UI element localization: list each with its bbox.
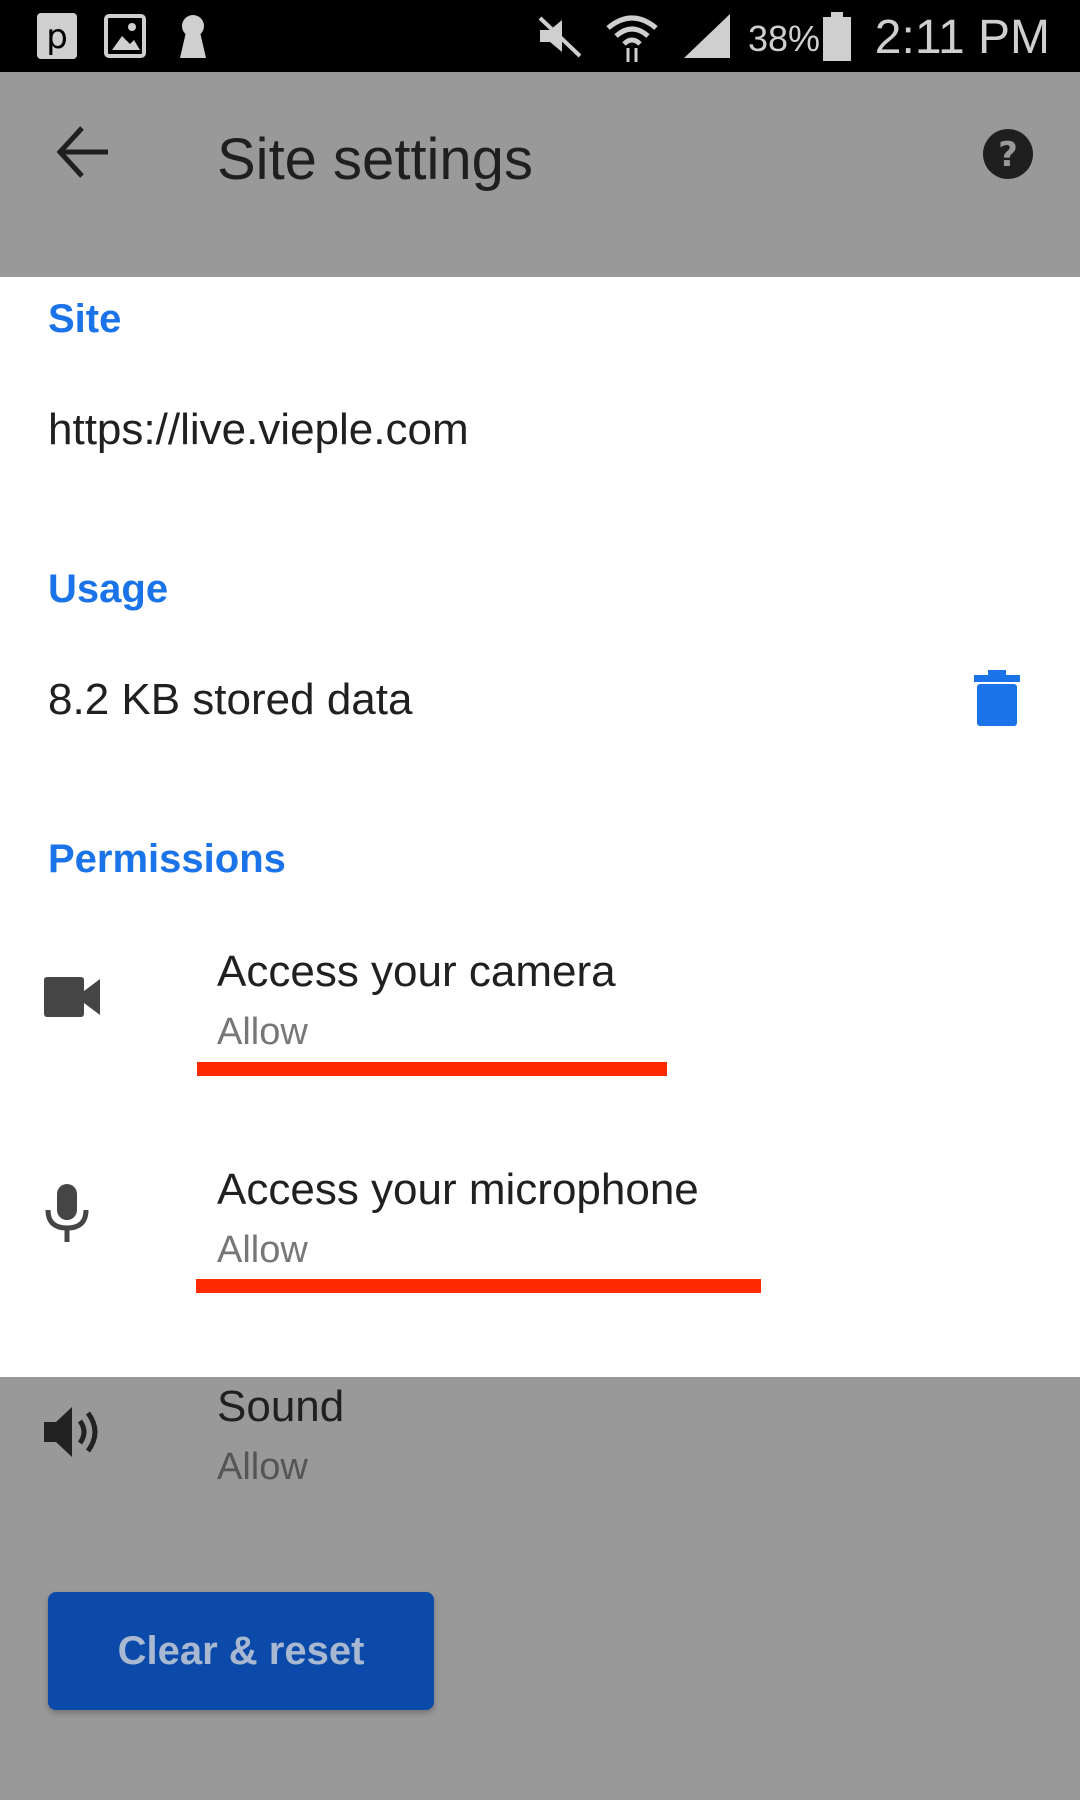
site-settings-panel: Site https://live.vieple.com Usage 8.2 K… — [0, 277, 1080, 1377]
stored-data-label: 8.2 KB stored data — [48, 675, 413, 724]
page-title: Site settings — [217, 127, 533, 192]
section-header-site: Site — [48, 297, 122, 341]
battery-icon — [823, 12, 851, 61]
clear-reset-button[interactable]: Clear & reset — [48, 1592, 434, 1710]
help-icon[interactable]: ? — [982, 128, 1034, 180]
annotation-underline-microphone — [196, 1279, 761, 1293]
permission-microphone-title: Access your microphone — [217, 1165, 699, 1214]
p-app-icon: p — [37, 13, 77, 59]
permission-camera-value: Allow — [217, 1011, 308, 1053]
permission-microphone-value: Allow — [217, 1229, 308, 1271]
image-icon — [104, 14, 146, 58]
microphone-icon — [45, 1184, 89, 1242]
annotation-underline-camera — [197, 1062, 667, 1076]
status-time: 2:11 PM — [874, 11, 1050, 64]
permission-camera-title: Access your camera — [217, 947, 616, 996]
camera-icon — [44, 977, 100, 1017]
wifi-icon — [606, 15, 658, 62]
status-bar: p 38% 2:11 PM — [0, 0, 1080, 72]
trash-icon[interactable] — [974, 670, 1020, 726]
battery-percent: 38% — [748, 18, 821, 59]
permission-sound-title: Sound — [217, 1382, 345, 1431]
svg-text:?: ? — [998, 135, 1018, 175]
section-header-permissions: Permissions — [48, 837, 286, 881]
signal-icon — [684, 14, 730, 58]
section-header-usage: Usage — [48, 567, 169, 611]
arrow-back-icon[interactable] — [52, 120, 116, 184]
site-url: https://live.vieple.com — [48, 405, 469, 454]
mute-icon — [538, 16, 582, 58]
permission-sound-value: Allow — [217, 1446, 308, 1488]
keyhole-icon — [180, 15, 206, 58]
speaker-icon — [44, 1407, 98, 1457]
svg-text:p: p — [46, 17, 68, 57]
app-bar: Site settings ? — [0, 72, 1080, 277]
